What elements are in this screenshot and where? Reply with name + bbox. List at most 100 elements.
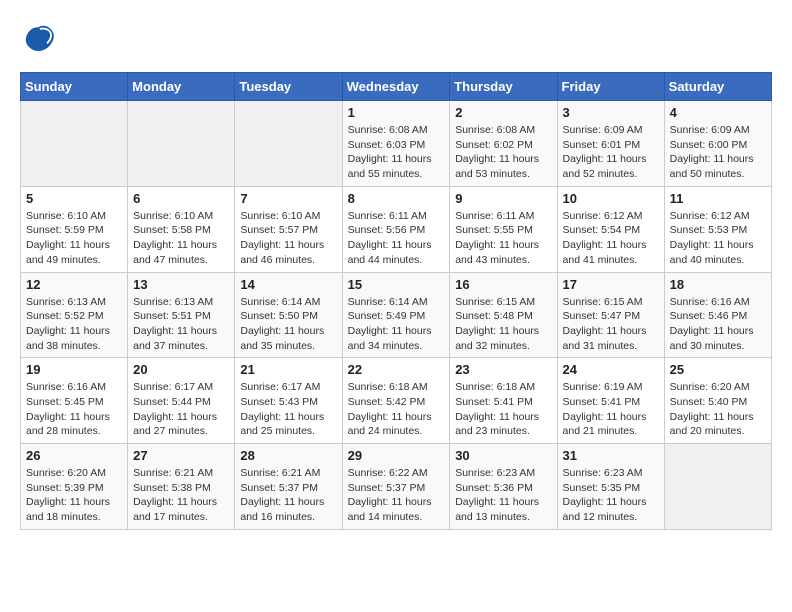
- calendar-week: 12 Sunrise: 6:13 AM Sunset: 5:52 PM Dayli…: [21, 272, 772, 358]
- calendar-cell: 4 Sunrise: 6:09 AM Sunset: 6:00 PM Daylig…: [664, 101, 771, 187]
- calendar-cell: 20 Sunrise: 6:17 AM Sunset: 5:44 PM Dayli…: [128, 358, 235, 444]
- day-info: Sunrise: 6:14 AM Sunset: 5:50 PM Dayligh…: [240, 295, 336, 354]
- day-info: Sunrise: 6:19 AM Sunset: 5:41 PM Dayligh…: [563, 380, 659, 439]
- calendar-cell: 15Sunrise: 6:14 AM Sunset: 5:49 PM Dayli…: [342, 272, 450, 358]
- calendar-cell: 24 Sunrise: 6:19 AM Sunset: 5:41 PM Dayli…: [557, 358, 664, 444]
- day-info: Sunrise: 6:15 AM Sunset: 5:48 PM Dayligh…: [455, 295, 551, 354]
- day-info: Sunrise: 6:13 AM Sunset: 5:52 PM Dayligh…: [26, 295, 122, 354]
- day-number: 26: [26, 448, 122, 463]
- day-number: 31: [563, 448, 659, 463]
- day-info: Sunrise: 6:17 AM Sunset: 5:43 PM Dayligh…: [240, 380, 336, 439]
- calendar-cell: [235, 101, 342, 187]
- day-number: 10: [563, 191, 659, 206]
- calendar-cell: 11 Sunrise: 6:12 AM Sunset: 5:53 PM Dayli…: [664, 186, 771, 272]
- day-number: 24: [563, 362, 659, 377]
- day-number: 14: [240, 277, 336, 292]
- day-number: 21: [240, 362, 336, 377]
- day-number: 12: [26, 277, 122, 292]
- day-info: Sunrise: 6:20 AM Sunset: 5:39 PM Dayligh…: [26, 466, 122, 525]
- day-number: 17: [563, 277, 659, 292]
- calendar-cell: 22Sunrise: 6:18 AM Sunset: 5:42 PM Dayli…: [342, 358, 450, 444]
- calendar-cell: 3 Sunrise: 6:09 AM Sunset: 6:01 PM Daylig…: [557, 101, 664, 187]
- calendar-cell: 6Sunrise: 6:10 AM Sunset: 5:58 PM Daylig…: [128, 186, 235, 272]
- day-number: 13: [133, 277, 229, 292]
- page-header: [20, 20, 772, 56]
- day-info: Sunrise: 6:11 AM Sunset: 5:55 PM Dayligh…: [455, 209, 551, 268]
- logo: [20, 20, 60, 56]
- calendar-header: SundayMondayTuesdayWednesdayThursdayFrid…: [21, 73, 772, 101]
- day-number: 3: [563, 105, 659, 120]
- day-info: Sunrise: 6:11 AM Sunset: 5:56 PM Dayligh…: [348, 209, 445, 268]
- day-info: Sunrise: 6:09 AM Sunset: 6:00 PM Dayligh…: [670, 123, 766, 182]
- day-info: Sunrise: 6:10 AM Sunset: 5:57 PM Dayligh…: [240, 209, 336, 268]
- day-info: Sunrise: 6:20 AM Sunset: 5:40 PM Dayligh…: [670, 380, 766, 439]
- day-info: Sunrise: 6:21 AM Sunset: 5:37 PM Dayligh…: [240, 466, 336, 525]
- day-number: 2: [455, 105, 551, 120]
- calendar-table: SundayMondayTuesdayWednesdayThursdayFrid…: [20, 72, 772, 530]
- weekday-header: Saturday: [664, 73, 771, 101]
- calendar-cell: 13 Sunrise: 6:13 AM Sunset: 5:51 PM Dayli…: [128, 272, 235, 358]
- day-number: 18: [670, 277, 766, 292]
- calendar-cell: 31 Sunrise: 6:23 AM Sunset: 5:35 PM Dayli…: [557, 444, 664, 530]
- calendar-cell: 9 Sunrise: 6:11 AM Sunset: 5:55 PM Daylig…: [450, 186, 557, 272]
- weekday-header: Wednesday: [342, 73, 450, 101]
- day-number: 22: [348, 362, 445, 377]
- day-info: Sunrise: 6:14 AM Sunset: 5:49 PM Dayligh…: [348, 295, 445, 354]
- day-info: Sunrise: 6:12 AM Sunset: 5:53 PM Dayligh…: [670, 209, 766, 268]
- calendar-week: 5 Sunrise: 6:10 AM Sunset: 5:59 PM Daylig…: [21, 186, 772, 272]
- calendar-cell: 2 Sunrise: 6:08 AM Sunset: 6:02 PM Daylig…: [450, 101, 557, 187]
- day-number: 20: [133, 362, 229, 377]
- weekday-header: Sunday: [21, 73, 128, 101]
- day-info: Sunrise: 6:15 AM Sunset: 5:47 PM Dayligh…: [563, 295, 659, 354]
- calendar-cell: 23Sunrise: 6:18 AM Sunset: 5:41 PM Dayli…: [450, 358, 557, 444]
- calendar-cell: [21, 101, 128, 187]
- calendar-cell: 30 Sunrise: 6:23 AM Sunset: 5:36 PM Dayli…: [450, 444, 557, 530]
- calendar-cell: 19Sunrise: 6:16 AM Sunset: 5:45 PM Dayli…: [21, 358, 128, 444]
- day-number: 1: [348, 105, 445, 120]
- day-info: Sunrise: 6:23 AM Sunset: 5:36 PM Dayligh…: [455, 466, 551, 525]
- calendar-cell: 27Sunrise: 6:21 AM Sunset: 5:38 PM Dayli…: [128, 444, 235, 530]
- day-number: 16: [455, 277, 551, 292]
- calendar-cell: 5 Sunrise: 6:10 AM Sunset: 5:59 PM Daylig…: [21, 186, 128, 272]
- day-number: 27: [133, 448, 229, 463]
- calendar-week: 26 Sunrise: 6:20 AM Sunset: 5:39 PM Dayli…: [21, 444, 772, 530]
- calendar-cell: 17 Sunrise: 6:15 AM Sunset: 5:47 PM Dayli…: [557, 272, 664, 358]
- day-number: 28: [240, 448, 336, 463]
- day-info: Sunrise: 6:16 AM Sunset: 5:45 PM Dayligh…: [26, 380, 122, 439]
- day-info: Sunrise: 6:08 AM Sunset: 6:02 PM Dayligh…: [455, 123, 551, 182]
- calendar-cell: 1 Sunrise: 6:08 AM Sunset: 6:03 PM Daylig…: [342, 101, 450, 187]
- day-info: Sunrise: 6:10 AM Sunset: 5:58 PM Dayligh…: [133, 209, 229, 268]
- day-info: Sunrise: 6:08 AM Sunset: 6:03 PM Dayligh…: [348, 123, 445, 182]
- calendar-cell: 18 Sunrise: 6:16 AM Sunset: 5:46 PM Dayli…: [664, 272, 771, 358]
- calendar-cell: 10Sunrise: 6:12 AM Sunset: 5:54 PM Dayli…: [557, 186, 664, 272]
- day-number: 8: [348, 191, 445, 206]
- calendar-cell: 8 Sunrise: 6:11 AM Sunset: 5:56 PM Daylig…: [342, 186, 450, 272]
- day-number: 25: [670, 362, 766, 377]
- calendar-cell: [128, 101, 235, 187]
- calendar-cell: 28 Sunrise: 6:21 AM Sunset: 5:37 PM Dayli…: [235, 444, 342, 530]
- calendar-cell: 26 Sunrise: 6:20 AM Sunset: 5:39 PM Dayli…: [21, 444, 128, 530]
- weekday-header: Monday: [128, 73, 235, 101]
- weekday-header: Friday: [557, 73, 664, 101]
- calendar-cell: 25 Sunrise: 6:20 AM Sunset: 5:40 PM Dayli…: [664, 358, 771, 444]
- day-number: 5: [26, 191, 122, 206]
- calendar-week: 19Sunrise: 6:16 AM Sunset: 5:45 PM Dayli…: [21, 358, 772, 444]
- calendar-cell: 16 Sunrise: 6:15 AM Sunset: 5:48 PM Dayli…: [450, 272, 557, 358]
- day-number: 4: [670, 105, 766, 120]
- calendar-cell: 7Sunrise: 6:10 AM Sunset: 5:57 PM Daylig…: [235, 186, 342, 272]
- calendar-cell: [664, 444, 771, 530]
- day-number: 30: [455, 448, 551, 463]
- weekday-header: Thursday: [450, 73, 557, 101]
- calendar-cell: 29Sunrise: 6:22 AM Sunset: 5:37 PM Dayli…: [342, 444, 450, 530]
- weekday-header: Tuesday: [235, 73, 342, 101]
- day-number: 9: [455, 191, 551, 206]
- day-info: Sunrise: 6:09 AM Sunset: 6:01 PM Dayligh…: [563, 123, 659, 182]
- day-info: Sunrise: 6:10 AM Sunset: 5:59 PM Dayligh…: [26, 209, 122, 268]
- day-number: 23: [455, 362, 551, 377]
- calendar-cell: 14 Sunrise: 6:14 AM Sunset: 5:50 PM Dayli…: [235, 272, 342, 358]
- day-number: 11: [670, 191, 766, 206]
- day-info: Sunrise: 6:13 AM Sunset: 5:51 PM Dayligh…: [133, 295, 229, 354]
- day-info: Sunrise: 6:16 AM Sunset: 5:46 PM Dayligh…: [670, 295, 766, 354]
- day-info: Sunrise: 6:17 AM Sunset: 5:44 PM Dayligh…: [133, 380, 229, 439]
- day-info: Sunrise: 6:23 AM Sunset: 5:35 PM Dayligh…: [563, 466, 659, 525]
